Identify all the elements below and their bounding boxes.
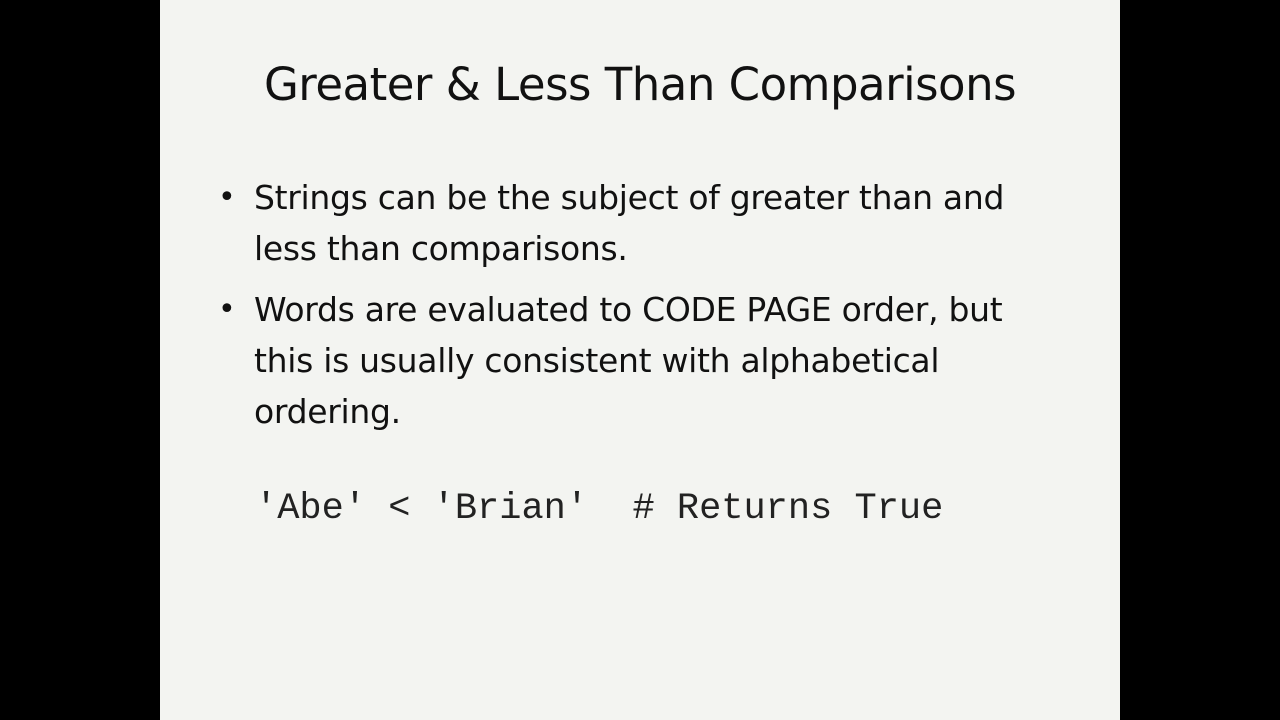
- bullet-item: • Words are evaluated to CODE PAGE order…: [216, 284, 1056, 437]
- bullet-text: Words are evaluated to CODE PAGE order, …: [254, 290, 1003, 431]
- bullet-item: • Strings can be the subject of greater …: [216, 172, 1056, 274]
- bullet-marker: •: [218, 292, 236, 327]
- bullet-text: Strings can be the subject of greater th…: [254, 178, 1005, 268]
- slide-title: Greater & Less Than Comparisons: [263, 58, 1017, 111]
- slide: Greater & Less Than Comparisons • String…: [160, 0, 1120, 720]
- code-example: 'Abe' < 'Brian' # Returns True: [255, 488, 944, 530]
- video-frame: Greater & Less Than Comparisons • String…: [0, 0, 1280, 720]
- bullet-list: • Strings can be the subject of greater …: [216, 172, 1056, 447]
- bullet-marker: •: [218, 180, 236, 215]
